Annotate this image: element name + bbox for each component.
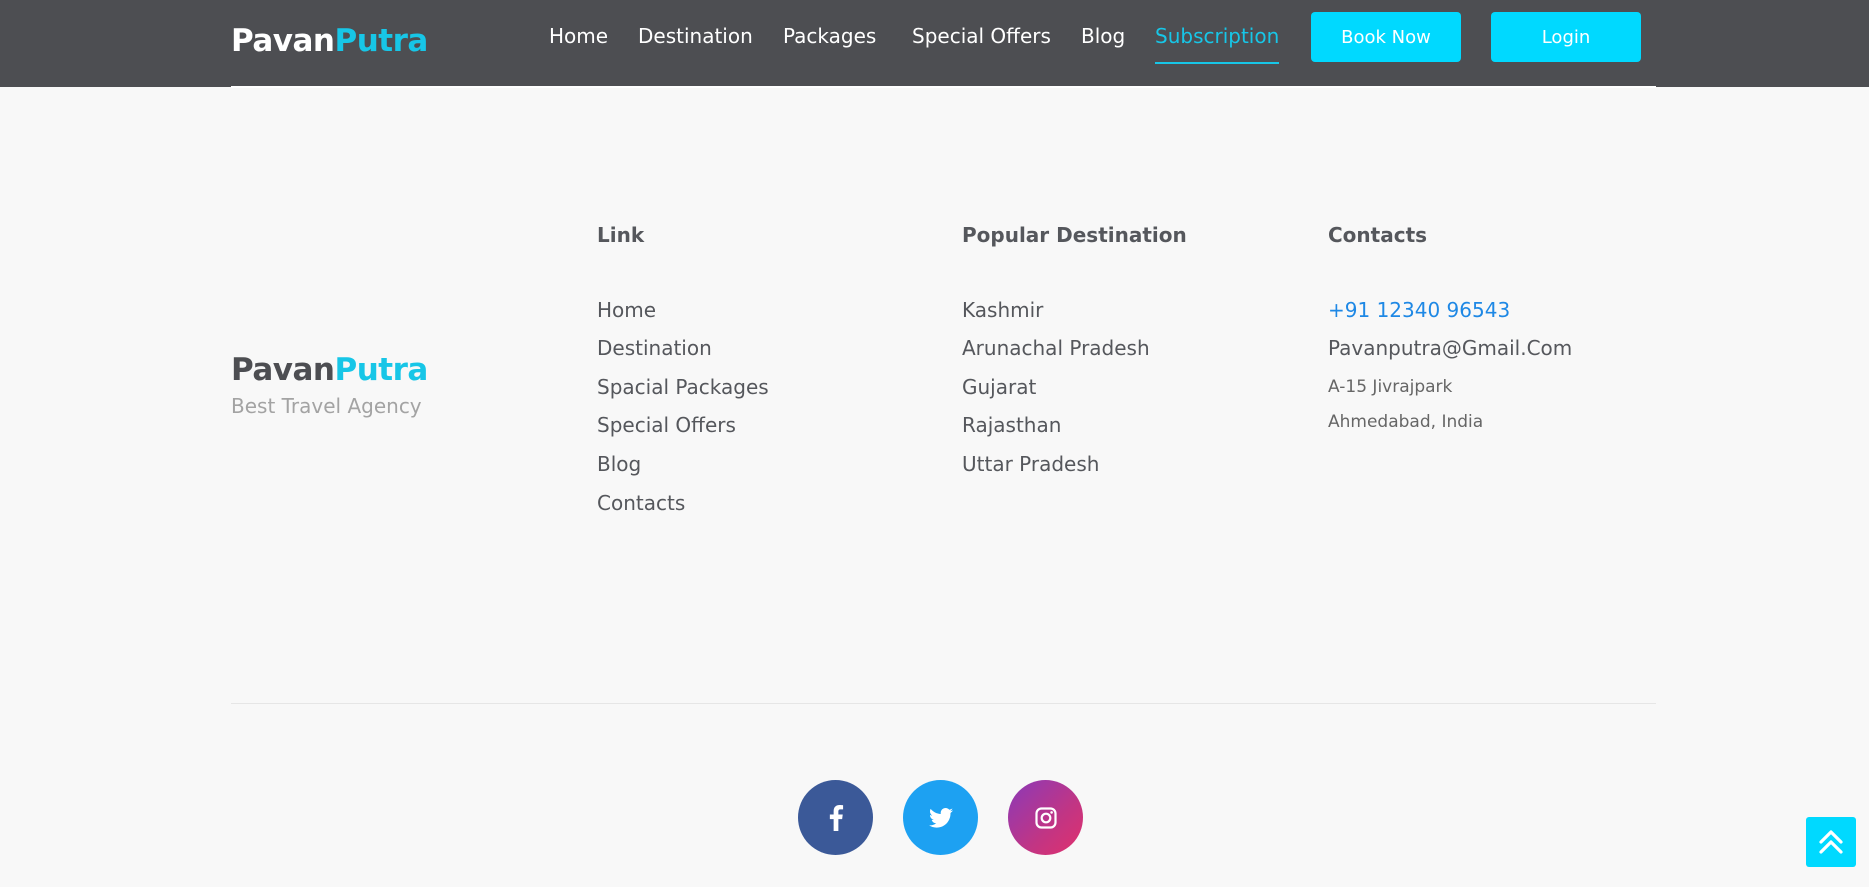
logo-part-1: Pavan <box>231 23 335 59</box>
destination-rajasthan[interactable]: Rajasthan <box>962 413 1061 437</box>
footer-divider <box>231 703 1656 704</box>
contact-phone-link[interactable]: +91 12340 96543 <box>1328 298 1510 322</box>
facebook-icon <box>829 804 843 831</box>
top-navbar: PavanPutra Home Destination Packages Spe… <box>0 0 1869 87</box>
logo-part-2: Putra <box>334 23 429 59</box>
nav-subscription[interactable]: Subscription <box>1155 24 1280 64</box>
nav-destination[interactable]: Destination <box>638 24 753 48</box>
footer-links-column: Link Home Destination Spacial Packages S… <box>597 223 769 515</box>
footer-link-special-offers[interactable]: Special Offers <box>597 413 736 437</box>
back-to-top-button[interactable] <box>1806 817 1856 867</box>
footer-destinations-column: Popular Destination Kashmir Arunachal Pr… <box>962 223 1187 476</box>
footer-link-home[interactable]: Home <box>597 298 656 322</box>
footer-link-blog[interactable]: Blog <box>597 452 641 476</box>
footer-logo[interactable]: PavanPutra <box>231 352 428 388</box>
footer-link-contacts[interactable]: Contacts <box>597 491 685 515</box>
destination-gujarat[interactable]: Gujarat <box>962 375 1036 399</box>
twitter-icon <box>928 807 953 828</box>
instagram-icon <box>1034 806 1057 829</box>
footer-destinations-title: Popular Destination <box>962 223 1187 247</box>
footer-brand: PavanPutra Best Travel Agency <box>231 352 428 418</box>
twitter-button[interactable] <box>903 780 978 855</box>
footer-links-title: Link <box>597 223 645 247</box>
instagram-button[interactable] <box>1008 780 1083 855</box>
footer-contacts-title: Contacts <box>1328 223 1428 247</box>
double-chevron-up-icon <box>1819 830 1843 854</box>
destination-kashmir[interactable]: Kashmir <box>962 298 1043 322</box>
nav-blog[interactable]: Blog <box>1081 24 1125 48</box>
footer-logo-part-2: Putra <box>334 352 429 388</box>
book-now-button[interactable]: Book Now <box>1311 12 1461 62</box>
contact-address-line-1: A-15 Jivrajpark <box>1328 377 1453 397</box>
login-button[interactable]: Login <box>1491 12 1641 62</box>
footer-link-packages[interactable]: Spacial Packages <box>597 375 769 399</box>
footer-link-destination[interactable]: Destination <box>597 336 712 360</box>
facebook-button[interactable] <box>798 780 873 855</box>
destination-arunachal-pradesh[interactable]: Arunachal Pradesh <box>962 336 1150 360</box>
nav-home[interactable]: Home <box>549 24 608 48</box>
nav-packages[interactable]: Packages <box>783 24 876 48</box>
footer-contacts-column: Contacts +91 12340 96543 Pavanputra@Gmai… <box>1328 223 1572 432</box>
contact-address-line-2: Ahmedabad, India <box>1328 412 1484 432</box>
nav-special-offers[interactable]: Special Offers <box>912 24 1051 48</box>
header-underline <box>231 86 1656 88</box>
header-logo[interactable]: PavanPutra <box>231 23 428 59</box>
footer-tagline: Best Travel Agency <box>231 394 422 418</box>
destination-uttar-pradesh[interactable]: Uttar Pradesh <box>962 452 1099 476</box>
footer-logo-part-1: Pavan <box>231 352 335 388</box>
contact-email-link[interactable]: Pavanputra@Gmail.Com <box>1328 336 1572 360</box>
